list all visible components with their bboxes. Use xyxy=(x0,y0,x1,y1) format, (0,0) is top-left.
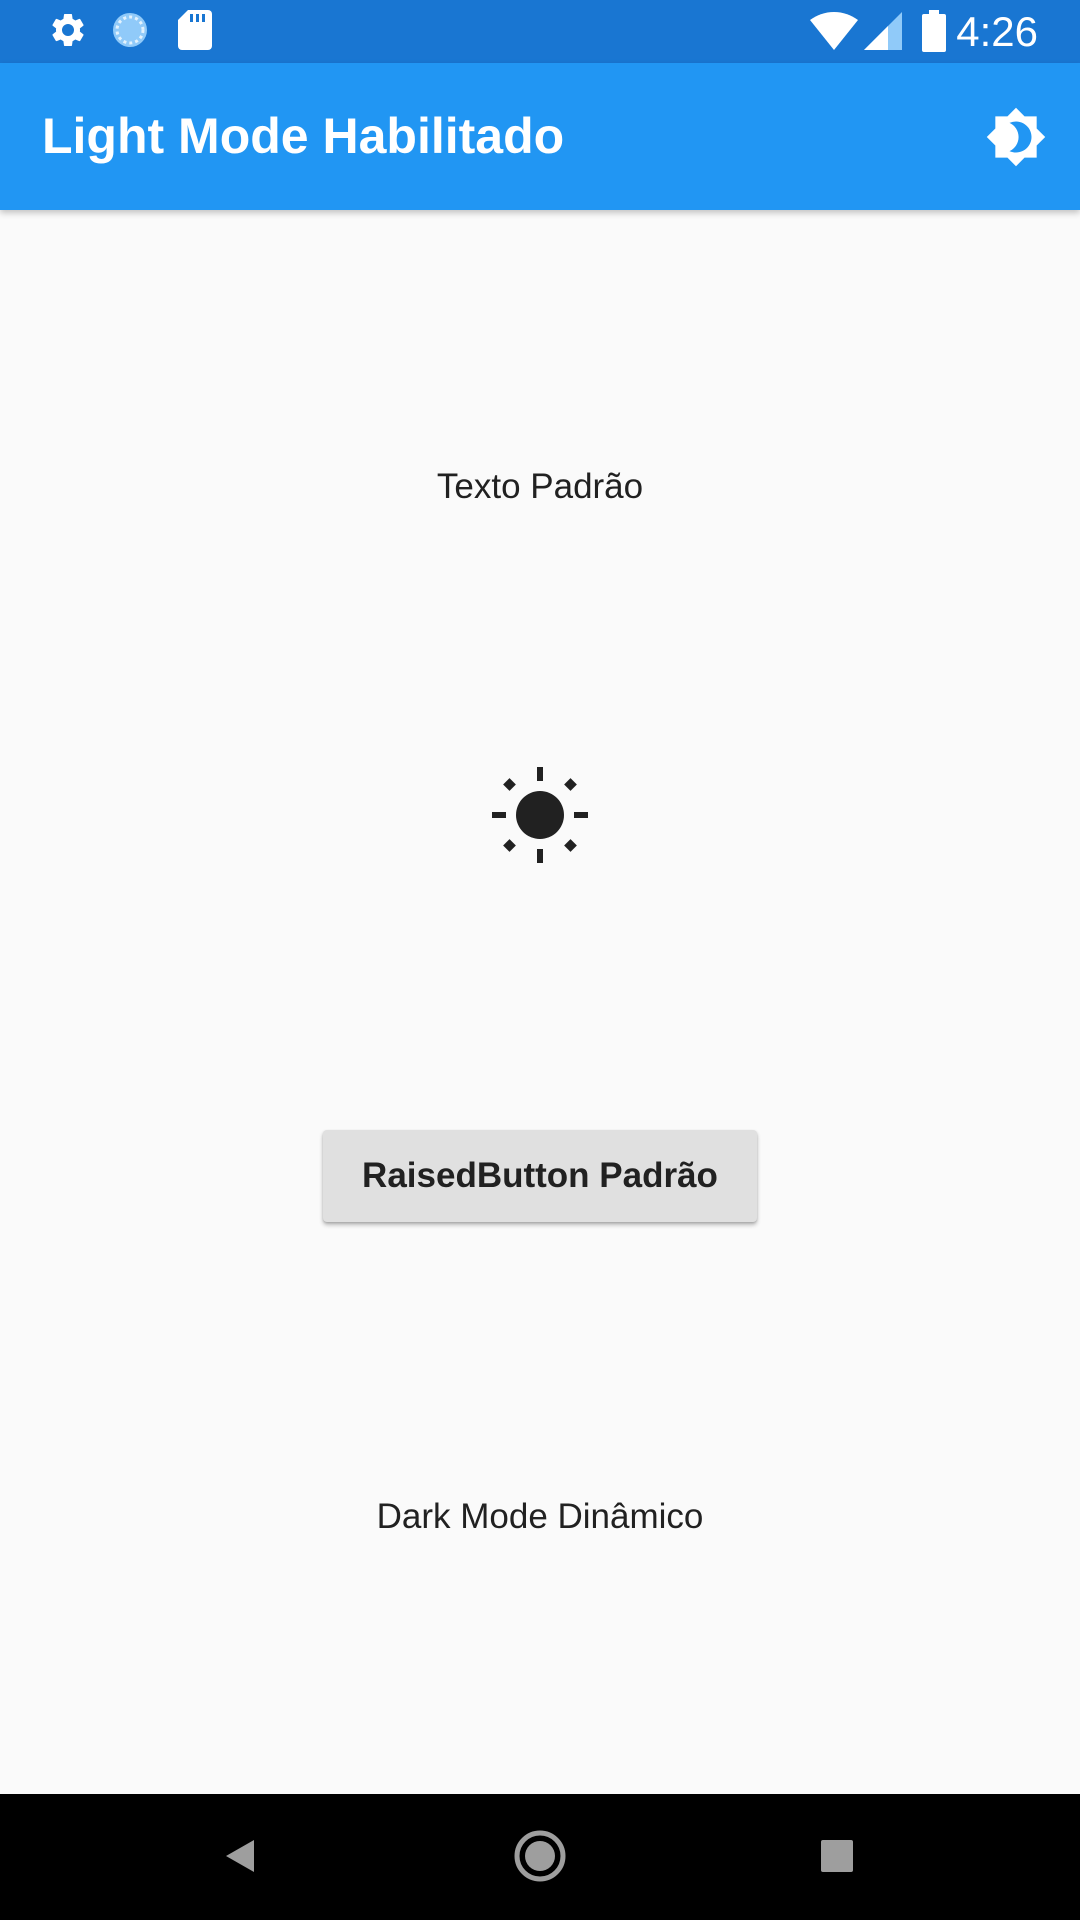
home-icon xyxy=(513,1829,567,1888)
sd-card-icon xyxy=(178,10,212,55)
sun-icon xyxy=(490,765,590,865)
status-bar: 4:26 xyxy=(0,0,1080,63)
gear-icon xyxy=(48,10,88,55)
back-button[interactable] xyxy=(204,1822,276,1894)
back-icon xyxy=(220,1836,260,1881)
default-text: Texto Padrão xyxy=(436,467,644,506)
wifi-icon xyxy=(810,12,858,55)
theme-toggle-button[interactable] xyxy=(980,103,1052,175)
raised-button[interactable]: RaisedButton Padrão xyxy=(323,1130,757,1222)
app-bar: Light Mode Habilitado xyxy=(0,63,1080,210)
recents-icon xyxy=(819,1838,855,1879)
main-content: Texto Padrão RaisedButton Padrão Dark Mo… xyxy=(0,210,1080,1794)
page-title: Light Mode Habilitado xyxy=(42,108,565,164)
navigation-bar xyxy=(0,1794,1080,1920)
status-time: 4:26 xyxy=(956,8,1038,55)
dynamic-text: Dark Mode Dinâmico xyxy=(376,1497,704,1536)
sync-icon xyxy=(110,10,150,55)
home-button[interactable] xyxy=(504,1822,576,1894)
recents-button[interactable] xyxy=(801,1822,873,1894)
battery-icon xyxy=(922,10,946,57)
brightness-icon xyxy=(985,106,1047,173)
signal-icon xyxy=(864,12,902,55)
